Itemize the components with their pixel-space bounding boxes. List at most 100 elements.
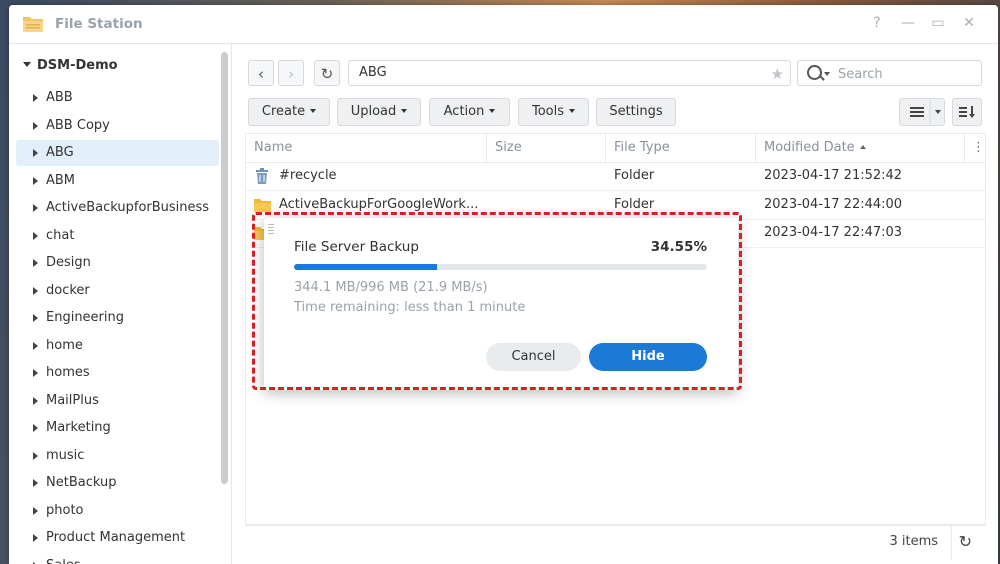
sidebar-item-music[interactable]: music [16,443,219,469]
file-modified: 2023-04-17 22:44:00 [764,197,903,212]
transfer-stats: 344.1 MB/996 MB (21.9 MB/s) [294,280,488,295]
tools-label: Tools [531,104,565,119]
file-name: ActiveBackupForGoogleWork... [279,197,479,212]
dropdown-arrow-icon [569,109,576,113]
expanded-caret-icon [23,62,31,67]
sidebar-item-homes[interactable]: homes [16,360,219,386]
collapsed-caret-icon [33,369,38,377]
action-label: Action [443,104,485,119]
column-header-size[interactable]: Size [487,134,606,162]
refresh-button[interactable]: ↻ [314,60,340,86]
sidebar-item-label: Engineering [46,310,124,325]
folder-icon [254,199,271,212]
file-list-header: Name Size File Type Modified Date ⋮ [246,134,985,163]
cancel-button[interactable]: Cancel [486,343,581,371]
collapsed-caret-icon [33,534,38,542]
sidebar-item-label: ABB Copy [46,118,110,133]
column-size-label: Size [495,140,522,155]
upload-button[interactable]: Upload [337,98,421,126]
sidebar-scrollbar[interactable] [221,52,228,484]
sidebar-item-engineering[interactable]: Engineering [16,305,219,331]
tree-root-label: DSM-Demo [37,58,118,73]
close-icon[interactable]: ✕ [961,15,977,31]
file-modified: 2023-04-17 21:52:42 [764,168,903,183]
sidebar-item-docker[interactable]: docker [16,278,219,304]
back-button[interactable]: ‹ [248,60,274,86]
search-box [797,60,982,86]
progress-percent: 34.55% [650,239,707,255]
path-field[interactable]: ABG ★ [348,60,791,86]
create-button[interactable]: Create [248,98,330,126]
sidebar-item-activebackupforbusiness[interactable]: ActiveBackupforBusiness [16,195,219,221]
status-bar: 3 items ↻ [245,525,986,559]
sidebar-item-product-management[interactable]: Product Management [16,525,219,551]
tools-button[interactable]: Tools [518,98,589,126]
list-view-icon [910,100,941,124]
sidebar-item-photo[interactable]: photo [16,498,219,524]
sidebar-item-abg[interactable]: ABG [16,140,219,166]
maximize-icon[interactable]: ▭ [930,15,946,31]
collapsed-caret-icon [33,507,38,515]
sidebar-item-sales[interactable]: Sales [16,553,219,564]
collapsed-caret-icon [33,232,38,240]
sidebar-item-mailplus[interactable]: MailPlus [16,388,219,414]
dropdown-arrow-icon [401,109,408,113]
upload-label: Upload [350,104,397,119]
sidebar-item-marketing[interactable]: Marketing [16,415,219,441]
sidebar-item-label: NetBackup [46,475,117,490]
file-row[interactable]: ActiveBackupForGoogleWork... Folder 2023… [246,191,985,220]
create-label: Create [261,104,306,119]
star-icon[interactable]: ★ [771,62,784,86]
settings-button[interactable]: Settings [596,98,676,126]
chevron-down-icon[interactable] [824,72,830,76]
collapsed-caret-icon [33,342,38,350]
search-icon[interactable] [807,65,822,80]
title-bar: File Station ? — ▭ ✕ [9,5,998,44]
minimize-icon[interactable]: — [900,15,916,31]
sidebar-item-abb-copy[interactable]: ABB Copy [16,113,219,139]
sidebar-item-label: MailPlus [46,393,99,408]
column-menu-icon[interactable]: ⋮ [965,134,985,162]
sidebar-item-label: Design [46,255,91,270]
drag-handle-icon[interactable] [268,224,274,234]
collapsed-caret-icon [33,94,38,102]
progress-bar-fill [294,264,437,270]
sort-button[interactable] [952,98,982,126]
tree-root-dsm-demo[interactable]: DSM-Demo [23,58,118,73]
file-row[interactable]: #recycle Folder 2023-04-17 21:52:42 [246,162,985,191]
help-icon[interactable]: ? [869,15,885,31]
sidebar-item-label: home [46,338,83,353]
sidebar-item-home[interactable]: home [16,333,219,359]
search-input[interactable] [836,64,980,84]
view-mode-button[interactable] [899,98,945,126]
sidebar-item-chat[interactable]: chat [16,223,219,249]
dialog-title: File Server Backup [294,239,419,255]
collapsed-caret-icon [33,479,38,487]
action-button[interactable]: Action [429,98,510,126]
sidebar-item-label: Marketing [46,420,111,435]
items-count: 3 items [889,534,938,549]
dropdown-arrow-icon [489,109,496,113]
refresh-icon[interactable]: ↻ [959,532,972,551]
settings-label: Settings [609,104,663,119]
window-title: File Station [55,16,143,32]
file-station-app-icon [23,17,43,32]
column-header-file-type[interactable]: File Type [606,134,756,162]
sidebar-item-label: chat [46,228,75,243]
sidebar-item-label: docker [46,283,90,298]
folder-tree: DSM-Demo ABB ABB Copy ABG ABM ActiveBack… [9,44,232,564]
column-header-name[interactable]: Name [246,134,487,162]
sidebar-item-abm[interactable]: ABM [16,168,219,194]
sidebar-item-label: ABB [46,90,73,105]
hide-button[interactable]: Hide [589,343,707,371]
file-type: Folder [614,197,655,212]
column-header-modified-date[interactable]: Modified Date [756,134,965,162]
chevron-left-icon: ‹ [258,65,264,83]
sidebar-item-abb[interactable]: ABB [16,85,219,111]
forward-button[interactable]: › [278,60,304,86]
collapsed-caret-icon [33,259,38,267]
sidebar-item-netbackup[interactable]: NetBackup [16,470,219,496]
sidebar-item-design[interactable]: Design [16,250,219,276]
sidebar-item-label: photo [46,503,84,518]
column-type-label: File Type [614,140,670,155]
